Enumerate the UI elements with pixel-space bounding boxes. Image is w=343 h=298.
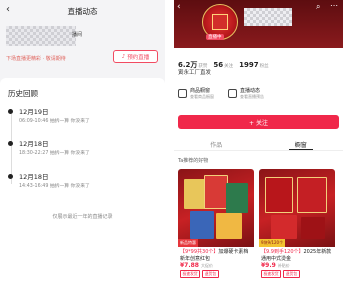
follow-button[interactable]: + 关注	[178, 115, 339, 129]
back-arrow-icon[interactable]: ‹	[6, 4, 10, 15]
timeline-date: 12月18日	[19, 140, 49, 148]
live-icon	[228, 88, 237, 98]
envelope-shape	[301, 217, 325, 239]
product-image: 新品特惠	[178, 169, 254, 247]
screen: ‹ 直播动态 播间 下场直播更精彩 · 敬请期待 ♪ 预约直播 历史回顾 12月…	[0, 0, 343, 298]
timeline-dot-icon	[8, 109, 13, 114]
chip: 极速发货	[261, 270, 282, 278]
tab-showcase[interactable]: 橱窗	[259, 137, 343, 150]
product-chips: 极速发货 退货包	[178, 270, 254, 278]
avatar-emblem	[212, 14, 228, 30]
timeline-detail: 18:30-22:27 抽拆一算 你没来了	[19, 151, 90, 156]
recommend-title: Ta推荐的好物	[178, 158, 209, 164]
stat-following[interactable]: 56关注	[213, 52, 233, 71]
envelope-shape	[226, 183, 248, 213]
book-live-button[interactable]: ♪ 预约直播	[113, 50, 158, 63]
chip: 极速发货	[180, 270, 201, 278]
blurred-shop-title	[244, 8, 292, 26]
product-image: 9块9/120个	[259, 169, 335, 247]
live-notice: 下场直播更精彩 · 敬请期待	[6, 56, 66, 62]
nav-title: 直播动态	[67, 6, 98, 16]
product-price: ¥7.88 大促价	[180, 262, 213, 269]
envelope-shape	[297, 177, 327, 213]
product-chips: 极速发货 退货包	[259, 270, 335, 278]
search-icon[interactable]: ⌕	[316, 2, 320, 12]
more-icon[interactable]: ⋯	[330, 1, 338, 10]
timeline-dot-icon	[8, 174, 13, 179]
bell-icon: ♪	[121, 53, 126, 60]
entry-cards: 商品橱窗 查看商品橱窗 直播动态 查看直播预告	[178, 84, 339, 102]
envelope-shape	[216, 213, 242, 239]
account-name-tail: 播间	[72, 32, 83, 38]
timeline-dot-icon	[8, 141, 13, 146]
product-card[interactable]: 新品特惠 【9*99共30个】加爆硬卡素档新年创意红包 ¥7.88 大促价 极速发…	[178, 169, 254, 289]
timeline-detail: 06:09-10:46 抽拆一算 你没来了	[19, 119, 90, 124]
showcase-entry[interactable]: 商品橱窗 查看商品橱窗	[178, 84, 214, 102]
blurred-account-info	[6, 26, 76, 46]
book-live-label: 预约直播	[127, 54, 150, 61]
product-ribbon: 新品特惠	[178, 239, 198, 247]
envelope-shape	[265, 177, 293, 213]
live-updates-subtitle: 查看直播预告	[240, 93, 264, 99]
live-badge: 直播中	[206, 34, 224, 40]
envelope-shape	[184, 179, 206, 209]
envelope-shape	[190, 211, 214, 239]
history-section: 历史回顾 12月19日 06:09-10:46 抽拆一算 你没来了 12月18日…	[0, 78, 165, 298]
product-card[interactable]: 9块9/120个 【9.9到手120个】2025年新款通用中式烫金 ¥9.9 补贴…	[259, 169, 335, 289]
product-title: 【9.9到手120个】2025年新款通用中式烫金	[261, 249, 332, 261]
shop-profile-panel: ‹ 直播中 ⌕ ⋯ 6.2万获赞 56关注 1997粉丝 寅永工厂直发 商品橱窗…	[174, 0, 343, 298]
store-icon	[178, 88, 187, 98]
product-title: 【9*99共30个】加爆硬卡素档新年创意红包	[180, 249, 249, 261]
live-history-panel: ‹ 直播动态 播间 下场直播更精彩 · 敬请期待 ♪ 预约直播 历史回顾 12月…	[0, 0, 165, 298]
shop-name: 寅永工厂直发	[178, 70, 212, 76]
timeline-date: 12月18日	[19, 173, 49, 181]
nav-bar: ‹ 直播动态	[0, 0, 165, 22]
timeline-date: 12月19日	[19, 108, 49, 116]
stat-fans[interactable]: 1997粉丝	[239, 52, 268, 71]
showcase-subtitle: 查看商品橱窗	[190, 93, 214, 99]
history-title: 历史回顾	[8, 89, 38, 98]
product-price: ¥9.9 补贴价	[261, 262, 290, 269]
live-updates-title: 直播动态	[240, 87, 261, 94]
history-footer-note: 仅展示最近一年的直播记录	[52, 214, 113, 220]
profile-header: ‹ 直播中 ⌕ ⋯	[174, 0, 343, 48]
live-updates-entry[interactable]: 直播动态 查看直播预告	[228, 84, 264, 102]
chip: 退货包	[202, 270, 219, 278]
profile-tabs: 作品 橱窗	[174, 137, 343, 151]
timeline-detail: 14:43-16:49 抽拆一算 你没来了	[19, 184, 90, 189]
envelope-shape	[204, 175, 228, 209]
showcase-title: 商品橱窗	[190, 87, 211, 94]
chip: 退货包	[283, 270, 300, 278]
envelope-shape	[271, 215, 297, 239]
back-arrow-icon[interactable]: ‹	[177, 2, 181, 12]
account-card: 播间 下场直播更精彩 · 敬请期待 ♪ 预约直播	[0, 22, 165, 70]
product-ribbon: 9块9/120个	[259, 239, 286, 247]
tab-works[interactable]: 作品	[174, 137, 259, 150]
